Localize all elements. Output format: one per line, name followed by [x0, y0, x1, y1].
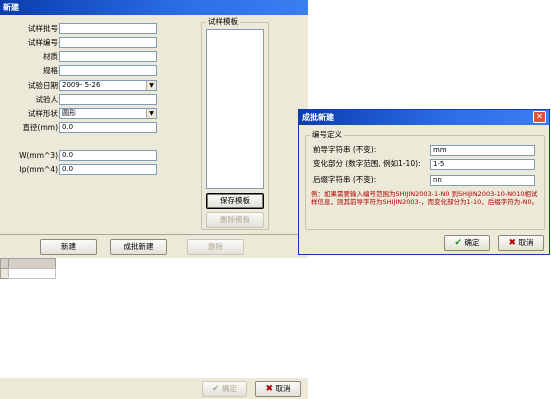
sample-grid[interactable]: [0, 258, 308, 378]
diameter-label: 直径(mm): [22, 123, 58, 132]
dialog-title: 成批新建 ✕: [299, 110, 549, 125]
dialog-ok-label: 确定: [464, 238, 480, 247]
tester-label: 试验人: [35, 95, 59, 104]
new-sample-window: 新建 试样批号 试样编号 材质 规格 试验日期 2009- 5-26 ▼ 试验人…: [0, 0, 308, 399]
ok-button[interactable]: ✔ 确定: [202, 381, 247, 397]
w-label: W(mm^3): [19, 151, 58, 160]
suffix-input[interactable]: nn: [430, 175, 535, 186]
material-label: 材质: [43, 52, 58, 61]
ip-input[interactable]: 0.0: [59, 164, 157, 175]
toolbar-divider: [0, 234, 308, 235]
sample-no-label: 试样编号: [28, 38, 58, 47]
delete-template-button[interactable]: 删除模板: [206, 212, 264, 228]
batch-new-button[interactable]: 成批新建: [110, 239, 167, 255]
batch-new-dialog: 成批新建 ✕ 编号定义 前导字符串 (不变): mm 变化部分 (数字范围, 例…: [298, 109, 550, 255]
template-group-title: 试样模板: [206, 17, 240, 27]
w-input[interactable]: 0.0: [59, 150, 157, 161]
chevron-down-icon[interactable]: ▼: [146, 109, 156, 118]
shape-select[interactable]: 圆形 ▼: [59, 108, 157, 119]
variable-label: 变化部分 (数字范围, 例如1-10):: [313, 159, 421, 168]
material-input[interactable]: [59, 51, 157, 62]
close-icon: ✖: [508, 238, 517, 248]
close-icon: ✖: [265, 384, 274, 394]
sample-no-input[interactable]: [59, 37, 157, 48]
chevron-down-icon[interactable]: ▼: [146, 81, 156, 90]
tester-input[interactable]: [59, 94, 157, 105]
prefix-input[interactable]: mm: [430, 145, 535, 156]
dialog-title-text: 成批新建: [302, 113, 334, 122]
variable-input[interactable]: 1-5: [430, 159, 535, 170]
cancel-button[interactable]: ✖ 取消: [255, 381, 301, 397]
diameter-input[interactable]: 0.0: [59, 122, 157, 133]
test-date-label: 试验日期: [28, 81, 58, 90]
suffix-label: 后缀字符串 (不变):: [313, 175, 377, 184]
ip-label: Ip(mm^4): [19, 165, 59, 174]
save-template-button[interactable]: 保存模板: [206, 193, 264, 209]
dialog-cancel-label: 取消: [518, 238, 534, 247]
dialog-ok-button[interactable]: ✔ 确定: [444, 235, 490, 251]
check-icon: ✔: [454, 238, 463, 248]
window-title: 新建: [0, 0, 308, 15]
test-date-picker[interactable]: 2009- 5-26 ▼: [59, 80, 157, 91]
spec-input[interactable]: [59, 65, 157, 76]
grid-cell[interactable]: [8, 268, 56, 279]
example-note: 例：如果需要输入编号范围为SHIJIN2003-1-N0 到SHIJIN2003…: [311, 190, 539, 206]
prefix-label: 前导字符串 (不变):: [313, 145, 377, 154]
ok-label: 确定: [221, 384, 237, 393]
new-button[interactable]: 新建: [40, 239, 97, 255]
spec-label: 规格: [43, 66, 58, 75]
batch-no-label: 试样批号: [28, 24, 58, 33]
check-icon: ✔: [212, 384, 220, 394]
numbering-group-title: 编号定义: [310, 130, 344, 140]
template-list[interactable]: [206, 29, 264, 189]
shape-label: 试样形状: [28, 109, 58, 118]
cancel-label: 取消: [275, 384, 291, 393]
close-icon[interactable]: ✕: [533, 111, 546, 123]
test-date-value: 2009- 5-26: [62, 81, 101, 89]
dialog-cancel-button[interactable]: ✖ 取消: [498, 235, 544, 251]
shape-value: 圆形: [62, 109, 76, 117]
batch-no-input[interactable]: [59, 23, 157, 34]
delete-button[interactable]: 删除: [187, 239, 244, 255]
